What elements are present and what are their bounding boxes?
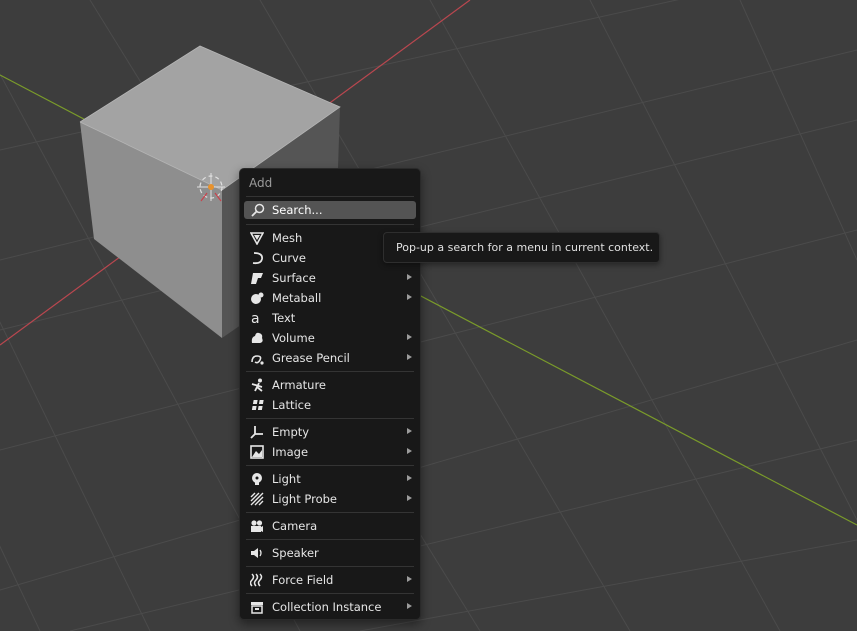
menu-separator — [246, 593, 414, 594]
force-field-icon — [250, 573, 263, 587]
submenu-arrow-icon — [407, 448, 412, 454]
menu-item-lattice[interactable]: Lattice — [244, 395, 416, 415]
menu-item-label: Light — [272, 472, 301, 486]
menu-item-camera[interactable]: Camera — [244, 516, 416, 536]
submenu-arrow-icon — [407, 274, 412, 280]
search-tooltip: Pop-up a search for a menu in current co… — [383, 232, 660, 263]
menu-item-light[interactable]: Light — [244, 469, 416, 489]
submenu-arrow-icon — [407, 576, 412, 582]
menu-item-surface[interactable]: Surface — [244, 268, 416, 288]
speaker-icon — [251, 548, 262, 558]
image-icon — [250, 445, 264, 459]
menu-separator — [246, 224, 414, 225]
empty-icon — [250, 426, 263, 439]
armature-icon — [251, 378, 263, 392]
search-label: Search... — [272, 203, 323, 217]
submenu-arrow-icon — [407, 354, 412, 360]
menu-item-label: Collection Instance — [272, 600, 382, 614]
menu-item-label: Mesh — [272, 231, 303, 245]
menu-item-label: Lattice — [272, 398, 312, 412]
menu-item-label: Armature — [272, 378, 326, 392]
menu-separator — [246, 566, 414, 567]
grease-pencil-icon — [251, 355, 264, 365]
menu-item-speaker[interactable]: Speaker — [244, 543, 416, 563]
menu-separator — [246, 371, 414, 372]
menu-item-force-field[interactable]: Force Field — [244, 570, 416, 590]
menu-item-volume[interactable]: Volume — [244, 328, 416, 348]
submenu-arrow-icon — [407, 428, 412, 434]
tooltip-text: Pop-up a search for a menu in current co… — [396, 241, 654, 254]
menu-item-label: Light Probe — [272, 492, 337, 506]
svg-text:a: a — [251, 311, 260, 325]
volume-icon — [251, 332, 263, 343]
menu-item-label: Empty — [272, 425, 310, 439]
surface-icon — [251, 273, 263, 284]
light-icon — [252, 473, 262, 485]
lattice-icon — [251, 400, 264, 410]
menu-item-label: Grease Pencil — [272, 351, 350, 365]
menu-item-label: Metaball — [272, 291, 322, 305]
menu-item-label: Surface — [272, 271, 316, 285]
submenu-arrow-icon — [407, 294, 412, 300]
menu-item-grease-pencil[interactable]: Grease Pencil — [244, 348, 416, 368]
3d-viewport[interactable] — [0, 0, 857, 631]
menu-item-collection-instance[interactable]: Collection Instance — [244, 597, 416, 617]
menu-separator — [246, 196, 414, 197]
menu-item-label: Text — [272, 311, 296, 325]
menu-search-button[interactable]: Search... — [244, 201, 416, 219]
menu-item-light-probe[interactable]: Light Probe — [244, 489, 416, 509]
camera-icon — [251, 520, 263, 532]
menu-separator — [246, 539, 414, 540]
menu-separator — [246, 512, 414, 513]
menu-item-label: Force Field — [272, 573, 334, 587]
search-icon — [251, 203, 265, 217]
menu-item-label: Curve — [272, 251, 306, 265]
curve-icon — [252, 252, 263, 265]
menu-item-text[interactable]: a Text — [244, 308, 416, 328]
submenu-arrow-icon — [407, 475, 412, 481]
text-icon: a — [251, 311, 260, 325]
light-probe-icon — [250, 492, 264, 506]
mesh-icon — [250, 232, 264, 245]
menu-item-label: Speaker — [272, 546, 319, 560]
menu-item-armature[interactable]: Armature — [244, 375, 416, 395]
collection-instance-icon — [251, 602, 263, 614]
menu-item-label: Camera — [272, 519, 318, 533]
metaball-icon — [251, 292, 264, 304]
menu-item-empty[interactable]: Empty — [244, 422, 416, 442]
menu-item-label: Volume — [272, 331, 315, 345]
menu-title: Add — [249, 176, 273, 190]
menu-separator — [246, 418, 414, 419]
submenu-arrow-icon — [407, 334, 412, 340]
menu-item-image[interactable]: Image — [244, 442, 416, 462]
menu-separator — [246, 465, 414, 466]
menu-item-label: Image — [272, 445, 309, 459]
submenu-arrow-icon — [407, 495, 412, 501]
menu-item-metaball[interactable]: Metaball — [244, 288, 416, 308]
submenu-arrow-icon — [407, 603, 412, 609]
